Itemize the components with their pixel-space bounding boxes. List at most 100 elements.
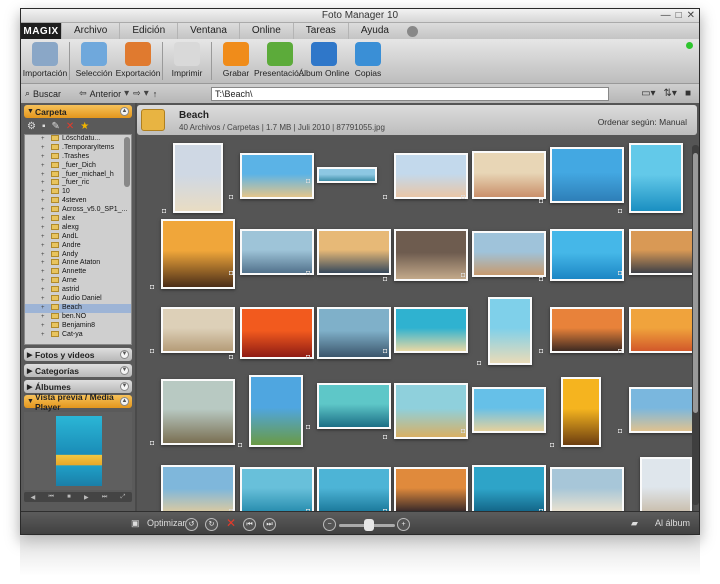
sort-icon[interactable]: ⇅▾ [664,88,677,99]
menu-archivo[interactable]: Archivo [61,23,119,39]
tree-item[interactable]: Audio Daniel [25,295,131,304]
tree-item[interactable]: Löschdatu... [25,135,131,144]
menu-tareas[interactable]: Tareas [292,23,348,39]
photo-thumbnail-cliff-coast[interactable]: ◘ [461,231,546,279]
prev-icon[interactable]: ⏮ [49,494,54,501]
photo-thumbnail-beach-woman-white[interactable]: ◘ [162,143,223,215]
tree-item[interactable]: _fuer_michael_h [25,170,131,180]
zoom-slider-handle[interactable] [364,519,374,531]
tree-item[interactable]: Andy [25,250,131,260]
selection-button[interactable]: Selección [72,39,116,83]
photo-thumbnail-palm-island[interactable]: ◘ [539,147,624,205]
photo-thumbnail-cocktails[interactable]: ◘ [618,307,699,355]
photo-thumbnail-sailing-deck[interactable]: ◘ [383,229,468,283]
tree-item[interactable]: Anne Ataton [25,259,131,268]
photos-videos-panel[interactable]: ▶ Fotos y videos ▼ [24,348,132,361]
help-icon[interactable] [407,25,418,37]
delete-photo-icon[interactable]: ✕ [226,516,236,530]
to-album-button[interactable]: Al álbum [655,518,690,528]
blue-book-icon[interactable]: ■ [685,88,691,99]
tree-item[interactable]: _fuer_ric [25,179,131,188]
menu-online[interactable]: Online [238,23,293,39]
zoom-in-icon[interactable]: + [397,518,410,531]
photo-thumbnail-woman-lying-sand[interactable]: ◘ [618,387,699,435]
photo-thumbnail-sunset-pier[interactable]: ◘ [618,229,699,277]
import-button[interactable]: Importación [23,39,67,83]
photo-thumbnail-jumping-people[interactable]: ◘ [461,387,546,435]
edit-icon[interactable]: ✎ [52,121,60,132]
photo-thumbnail-pool-sunset[interactable]: ◘ [383,467,468,515]
tree-item[interactable]: 10 [25,188,131,197]
photo-thumbnail-beach-panorama[interactable]: ◘ [306,167,377,185]
photo-thumbnail-palm-sunset[interactable]: ◘ [150,219,235,291]
photo-thumbnail-woman-bikini-sand[interactable]: ◘ [461,151,546,201]
photo-thumbnail-beach-hut[interactable]: ◘ [150,465,235,519]
photo-thumbnail-seashell[interactable]: ◘ [383,153,468,201]
tree-item[interactable]: Annette [25,268,131,277]
stop-icon[interactable]: ■ [67,494,71,500]
collapse-icon[interactable]: ▲ [120,107,129,116]
tree-item[interactable]: Benjamin8 [25,321,131,331]
photo-thumbnail-hammock[interactable]: ◘ [539,307,624,355]
close-icon[interactable]: ✕ [687,10,695,21]
rotate-left-icon[interactable]: ↺ [185,518,198,531]
photo-thumbnail-woman-water[interactable]: ◘ [618,143,683,215]
tree-item[interactable]: ben.NO [25,312,131,322]
tree-item[interactable]: Beach [25,303,131,313]
delete-icon[interactable]: ✕ [66,121,74,132]
photo-thumbnail-jetski[interactable]: ◘ [461,465,546,519]
photo-thumbnail-wave-surf[interactable]: ◘ [306,383,391,431]
tree-item[interactable]: alex [25,215,131,224]
photo-thumbnail-lake-woman[interactable]: ◘ [150,379,235,447]
photo-thumbnail-man-water[interactable]: ◘ [306,467,391,515]
maximize-icon[interactable]: □ [676,10,682,21]
forward-button[interactable]: ⇨ ▾ [133,88,149,99]
optimize-icon[interactable]: ▣ [131,518,140,529]
preview-panel-header[interactable]: ▼ Vista previa / Media Player ▲ [24,392,132,412]
new-folder-icon[interactable]: ▪ [42,121,46,132]
fullscreen-icon[interactable]: ⤢ [121,494,126,501]
tree-item[interactable]: AndL [25,232,131,242]
photo-thumbnail-golden-sunset[interactable]: ◘ [550,377,601,449]
last-icon[interactable]: ⏭ [263,518,276,531]
play-icon[interactable]: ▶ [84,494,89,501]
tree-item[interactable]: .TemporaryItems [25,143,131,153]
copies-button[interactable]: Copias [346,39,390,83]
up-folder-button[interactable]: ↑ [153,89,158,99]
photo-thumbnail-palm-tall[interactable]: ◘ [238,375,303,449]
photo-thumbnail-beach-chairs[interactable]: ◘ [229,153,314,201]
favorite-icon[interactable]: ★ [80,121,89,132]
online-album-button[interactable]: Álbum Online [298,39,350,83]
photo-thumbnail-starfish[interactable]: ◘ [477,297,532,367]
tree-item[interactable]: alexg [25,223,131,233]
photo-thumbnail-beach-people[interactable]: ◘ [229,229,314,277]
tree-item[interactable]: .Trashes [25,152,131,162]
back-button[interactable]: ⇦ Anterior ▾ [79,88,129,99]
sort-label[interactable]: Ordenar según: Manual [598,117,687,127]
export-button[interactable]: Exportación [116,39,160,83]
photo-thumbnail-shell-sand[interactable]: ◘ [150,307,235,355]
tree-item[interactable]: 4steven [25,197,131,206]
tree-item[interactable]: Across_v5.0_SP1_... [25,206,131,215]
tree-item[interactable]: _fuer_Dich [25,161,131,171]
photo-thumbnail-beach-loungers[interactable]: ◘ [539,467,624,515]
vertical-scrollbar[interactable] [692,145,699,505]
photo-thumbnail-palm-lagoon[interactable]: ◘ [383,307,468,355]
tree-item[interactable]: Andre [25,241,131,251]
print-button[interactable]: Imprimir [165,39,209,83]
tree-item[interactable]: Cat-ya [25,330,131,340]
tree-item[interactable]: astrid [25,286,131,295]
folder-panel-header[interactable]: ▼ Carpeta ▲ [24,105,132,118]
menu-ventana[interactable]: Ventana [177,23,239,39]
tree-scrollbar[interactable] [124,137,130,187]
path-input[interactable]: T:\Beach\ [211,86,609,101]
menu-edicion[interactable]: Edición [119,23,177,39]
next-icon[interactable]: ⏭ [102,494,107,501]
photo-thumbnail-beach-tent[interactable]: ◘ [383,383,468,441]
photo-thumbnail-pool-water[interactable]: ◘ [539,229,624,283]
photo-thumbnail-woman-surf[interactable]: ◘ [229,467,314,515]
menu-ayuda[interactable]: Ayuda [347,23,401,39]
photo-thumbnail-palms-dusk[interactable]: ◘ [306,229,391,277]
minimize-icon[interactable]: — [661,10,671,21]
search-button[interactable]: ⌕ Buscar [25,88,61,99]
